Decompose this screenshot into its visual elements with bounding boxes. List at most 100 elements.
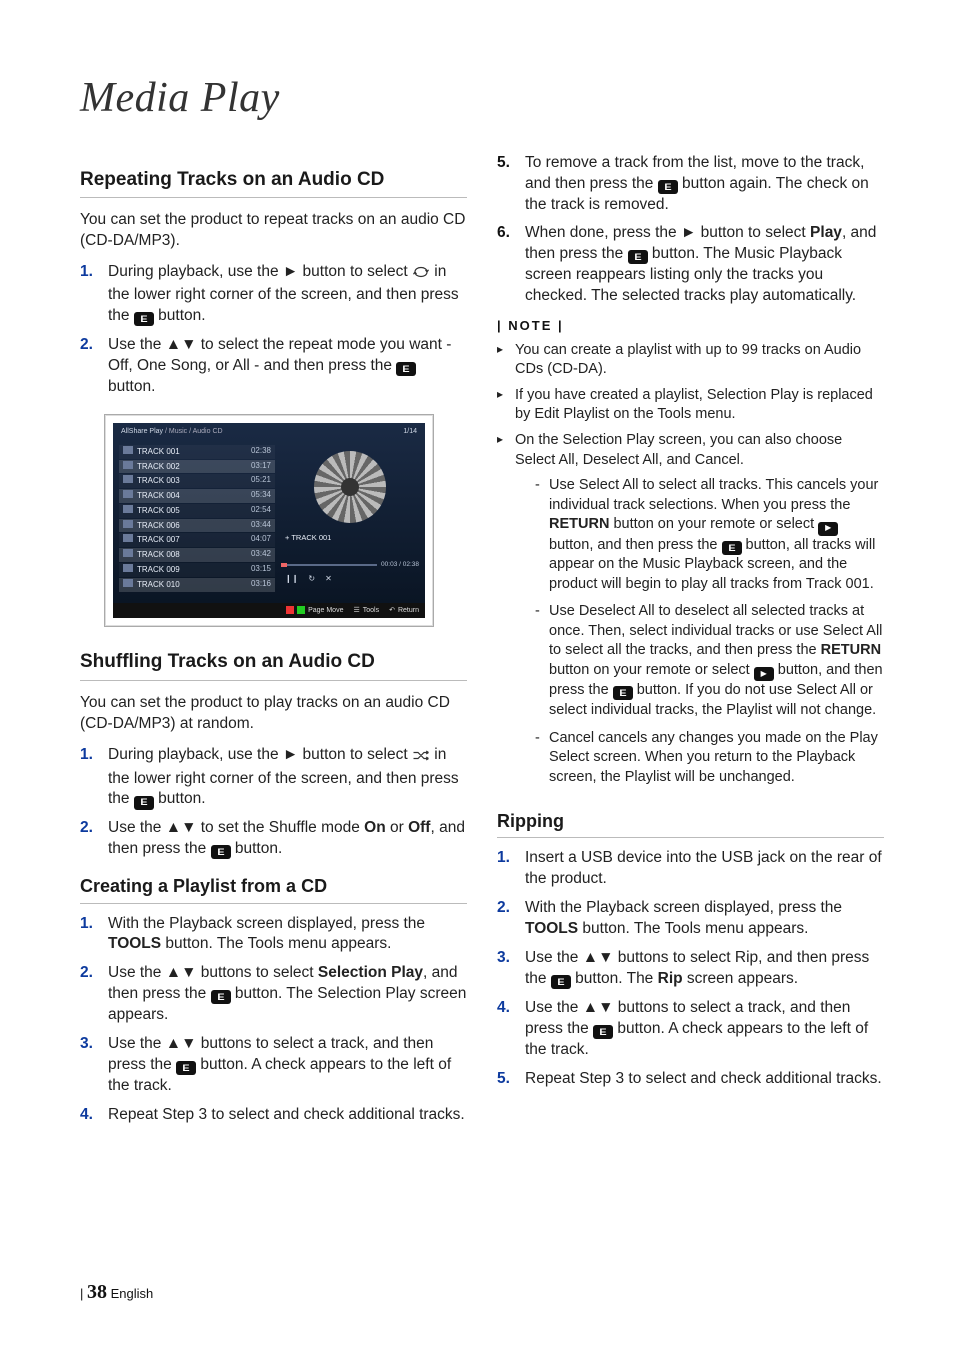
text-on: On (364, 819, 386, 836)
play-icon (818, 522, 838, 536)
step-number: 2. (80, 963, 108, 1026)
text: Insert a USB device into the USB jack on… (525, 848, 884, 890)
note-item: If you have created a playlist, Selectio… (497, 386, 884, 425)
playback-controls: ❙❙ ↻ ✕ (281, 570, 419, 585)
step-number: 1. (80, 262, 108, 327)
pause-icon: ❙❙ (285, 574, 298, 585)
enter-icon (134, 796, 154, 810)
shuffle-intro: You can set the product to play tracks o… (80, 693, 467, 735)
text: With the Playback screen displayed, pres… (108, 915, 425, 932)
step-number: 2. (497, 898, 525, 940)
enter-icon (722, 541, 742, 555)
step-number: 1. (497, 848, 525, 890)
track-row: TRACK 00502:54 (119, 504, 275, 518)
text-rip: Rip (658, 970, 683, 987)
heading-ripping: Ripping (497, 809, 884, 838)
step-number: 1. (80, 914, 108, 956)
text: button. (158, 790, 205, 807)
elapsed-time: 00:03 / 02:38 (381, 561, 419, 570)
text: Use the ▲▼ buttons to select (108, 964, 318, 981)
text: Cancel cancels any changes you made on t… (549, 729, 884, 788)
text: button, and then press the (549, 537, 722, 553)
enter-icon (396, 362, 416, 376)
page-title: Media Play (80, 70, 884, 127)
playlist-step-6: 6. When done, press the ► button to sele… (497, 223, 884, 307)
playback-screenshot: AllShare Play / Music / Audio CD 1/14 TR… (104, 414, 434, 627)
enter-icon (211, 990, 231, 1004)
crumb-app: AllShare Play (121, 428, 163, 435)
note-heading: | NOTE | (497, 317, 884, 335)
ripping-step-5: 5. Repeat Step 3 to select and check add… (497, 1069, 884, 1090)
crumb-mid: / Music / (163, 428, 193, 435)
track-count: 1/14 (403, 427, 417, 436)
step-number: 3. (80, 1034, 108, 1097)
text: screen appears. (683, 970, 798, 987)
repeat-step-1: 1. During playback, use the ► button to … (80, 262, 467, 327)
enter-icon (211, 845, 231, 859)
repeat-icon: ↻ (308, 574, 315, 585)
step-number: 4. (497, 998, 525, 1061)
bottom-hint-bar: Page Move ☰ Tools ↶ Return (113, 603, 425, 618)
ripping-step-1: 1. Insert a USB device into the USB jack… (497, 848, 884, 890)
text: During playback, use the ► button to sel… (108, 746, 412, 763)
step-number: 2. (80, 818, 108, 860)
track-row: TRACK 00305:21 (119, 474, 275, 488)
text: button. The Tools menu appears. (578, 920, 808, 937)
track-row: TRACK 00903:15 (119, 563, 275, 577)
shuffle-steps: 1. During playback, use the ► button to … (80, 745, 467, 861)
text-selection-play: Selection Play (318, 964, 423, 981)
text-tools: TOOLS (108, 935, 161, 952)
enter-icon (134, 312, 154, 326)
text: button. The (575, 970, 657, 987)
text: or (386, 819, 408, 836)
track-row: TRACK 00704:07 (119, 533, 275, 547)
playlist-step-1: 1. With the Playback screen displayed, p… (80, 914, 467, 956)
hint-tools: Tools (363, 606, 379, 615)
playlist-step-4: 4. Repeat Step 3 to select and check add… (80, 1105, 467, 1126)
right-column: 5. To remove a track from the list, move… (497, 153, 884, 1134)
left-column: Repeating Tracks on an Audio CD You can … (80, 153, 467, 1134)
playlist-steps-cont: 5. To remove a track from the list, move… (497, 153, 884, 307)
play-icon (754, 667, 774, 681)
now-playing-panel: + TRACK 001 00:03 / 02:38 ❙❙ ↻ ✕ (281, 445, 419, 597)
note-item: You can create a playlist with up to 99 … (497, 341, 884, 380)
heading-shuffle: Shuffling Tracks on an Audio CD (80, 649, 467, 681)
now-playing-title: + TRACK 001 (281, 533, 419, 543)
step-number: 2. (80, 335, 108, 398)
footer-language: English (111, 1286, 154, 1301)
shuffle-step-2: 2. Use the ▲▼ to set the Shuffle mode On… (80, 818, 467, 860)
text: Repeat Step 3 to select and check additi… (108, 1105, 467, 1126)
track-list: TRACK 00102:38 TRACK 00203:17 TRACK 0030… (119, 445, 275, 597)
text: When done, press the ► button to select (525, 224, 810, 241)
text: You can create a playlist with up to 99 … (515, 341, 884, 380)
text: During playback, use the ► button to sel… (108, 263, 412, 280)
note-subitem: Cancel cancels any changes you made on t… (535, 729, 884, 788)
repeat-icon (412, 264, 430, 285)
note-subitem: Use Deselect All to deselect all selecte… (535, 602, 884, 720)
disc-icon (314, 451, 386, 523)
footer-bar: | (80, 1286, 83, 1301)
heading-playlist: Creating a Playlist from a CD (80, 874, 467, 903)
crumb-last: Audio CD (193, 428, 223, 435)
track-row: TRACK 00102:38 (119, 445, 275, 459)
text: button on your remote or select (549, 662, 754, 678)
step-number: 1. (80, 745, 108, 811)
step-number: 5. (497, 153, 525, 216)
footer-page-number: 38 (87, 1281, 107, 1303)
breadcrumb: AllShare Play / Music / Audio CD (121, 427, 223, 436)
text-tools: TOOLS (525, 920, 578, 937)
track-row: TRACK 00405:34 (119, 489, 275, 503)
shuffle-icon (412, 748, 430, 769)
repeat-intro: You can set the product to repeat tracks… (80, 210, 467, 252)
shuffle-step-1: 1. During playback, use the ► button to … (80, 745, 467, 811)
playlist-step-2: 2. Use the ▲▼ buttons to select Selectio… (80, 963, 467, 1026)
step-number: 4. (80, 1105, 108, 1126)
shuffle-icon: ✕ (325, 574, 332, 585)
text: button. (108, 378, 155, 395)
text: On the Selection Play screen, you can al… (515, 432, 842, 468)
hint-return: Return (398, 606, 419, 615)
text-off: Off (408, 819, 430, 836)
text: button on your remote or select (609, 516, 818, 532)
text: Use the ▲▼ to set the Shuffle mode (108, 819, 364, 836)
enter-icon (628, 250, 648, 264)
